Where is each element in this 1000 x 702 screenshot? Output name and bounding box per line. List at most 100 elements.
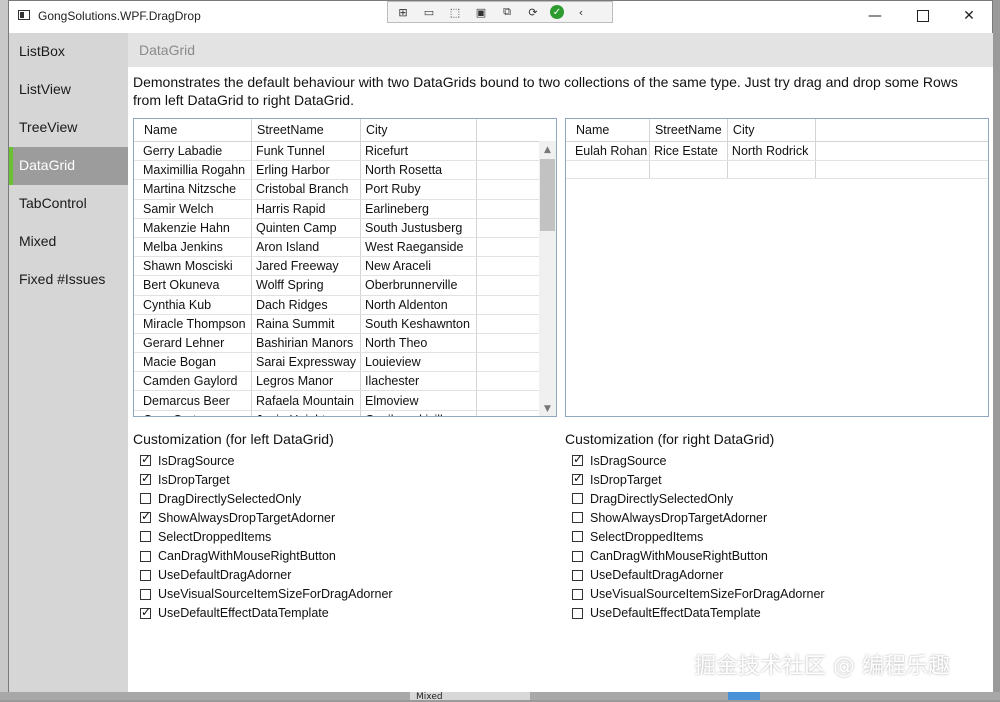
cell-streetname[interactable]: Legros Manor: [251, 371, 361, 392]
minimize-button[interactable]: —: [852, 1, 898, 31]
table-row[interactable]: Melba Jenkins Aron Island West Raeganside: [134, 237, 542, 258]
cell-name[interactable]: Gerry Labadie: [139, 141, 252, 162]
layout-icon[interactable]: ⧉: [498, 4, 516, 20]
option-use-default-drag-adorner[interactable]: UseDefaultDragAdorner: [572, 566, 825, 585]
use-default-drag-adorner-checkbox[interactable]: [140, 569, 151, 581]
scroll-down-icon[interactable]: ▼: [539, 402, 556, 416]
cell-streetname[interactable]: Quinten Camp: [251, 218, 361, 238]
cell-name[interactable]: Cory Carter: [139, 410, 252, 416]
title-bar[interactable]: GongSolutions.WPF.DragDrop ⊞ ▭ ⬚ ▣ ⧉ ⟳ ✓…: [9, 1, 992, 33]
table-row[interactable]: Maximillia Rogahn Erling Harbor North Rose…: [134, 160, 542, 181]
cell-name[interactable]: Gerard Lehner: [139, 333, 252, 354]
sidebar-item-treeview[interactable]: TreeView: [9, 109, 128, 147]
new-item-row[interactable]: [566, 160, 988, 180]
collapse-icon[interactable]: ‹: [572, 4, 590, 20]
cell-name[interactable]: Miracle Thompson: [139, 314, 252, 334]
is-drop-target-checkbox[interactable]: [140, 471, 151, 486]
option-drag-directly-selected-only[interactable]: DragDirectlySelectedOnly: [572, 489, 825, 508]
can-drag-with-mouse-right-button-checkbox[interactable]: [140, 550, 151, 562]
use-visual-source-item-size-for-drag-adorner-checkbox[interactable]: [572, 588, 583, 600]
select-dropped-items-checkbox[interactable]: [572, 531, 583, 543]
empty-cell[interactable]: [570, 160, 650, 180]
cell-name[interactable]: Shawn Mosciski: [139, 256, 252, 277]
is-drag-source-checkbox[interactable]: [140, 452, 151, 467]
sidebar-item-listbox[interactable]: ListBox: [9, 33, 128, 71]
cell-name[interactable]: Macie Bogan: [139, 352, 252, 373]
cell-streetname[interactable]: Funk Tunnel: [251, 141, 361, 162]
use-default-drag-adorner-checkbox[interactable]: [572, 569, 583, 581]
option-is-drop-target[interactable]: IsDropTarget: [572, 470, 825, 489]
column-header-streetname[interactable]: StreetName: [649, 119, 728, 142]
cell-streetname[interactable]: Aron Island: [251, 237, 361, 258]
cell-name[interactable]: Cynthia Kub: [139, 295, 252, 315]
cell-streetname[interactable]: Jared Freeway: [251, 256, 361, 277]
can-drag-with-mouse-right-button-checkbox[interactable]: [572, 550, 583, 562]
option-use-default-effect-data-template[interactable]: UseDefaultEffectDataTemplate: [572, 604, 825, 623]
table-row[interactable]: Miracle Thompson Raina Summit South Keshaw…: [134, 314, 542, 334]
left-grid-scrollbar[interactable]: ▲ ▼: [539, 141, 556, 416]
column-header-city[interactable]: City: [727, 119, 816, 142]
column-header-city[interactable]: City: [360, 119, 477, 142]
cell-name[interactable]: Melba Jenkins: [139, 237, 252, 258]
option-drag-directly-selected-only[interactable]: DragDirectlySelectedOnly: [140, 489, 393, 508]
show-always-drop-target-adorner-checkbox[interactable]: [572, 512, 583, 524]
table-row[interactable]: Cynthia Kub Dach Ridges North Aldenton: [134, 295, 542, 315]
track-focus-icon[interactable]: ▣: [472, 4, 490, 20]
option-select-dropped-items[interactable]: SelectDroppedItems: [572, 527, 825, 546]
option-is-drop-target[interactable]: IsDropTarget: [140, 470, 393, 489]
sidebar-item-datagrid[interactable]: DataGrid: [9, 147, 128, 185]
table-row[interactable]: Martina Nitzsche Cristobal Branch Port Rub…: [134, 179, 542, 200]
cell-city[interactable]: Earlineberg: [360, 199, 477, 219]
table-row[interactable]: Samir Welch Harris Rapid Earlineberg: [134, 199, 542, 219]
scroll-up-icon[interactable]: ▲: [539, 143, 556, 157]
option-use-visual-source-item-size-for-drag-adorner[interactable]: UseVisualSourceItemSizeForDragAdorner: [140, 585, 393, 604]
cell-city[interactable]: Ilachester: [360, 371, 477, 392]
sidebar-item-tabcontrol[interactable]: TabControl: [9, 185, 128, 223]
table-row[interactable]: Gerard Lehner Bashirian Manors North Theo: [134, 333, 542, 354]
scroll-thumb[interactable]: [540, 159, 555, 231]
cell-city[interactable]: South Justusberg: [360, 218, 477, 238]
use-default-effect-data-template-checkbox[interactable]: [140, 605, 151, 619]
use-default-effect-data-template-checkbox[interactable]: [572, 607, 583, 619]
cell-streetname[interactable]: Cristobal Branch: [251, 179, 361, 200]
option-show-always-drop-target-adorner[interactable]: ShowAlwaysDropTargetAdorner: [572, 508, 825, 527]
cell-streetname[interactable]: Wolff Spring: [251, 275, 361, 296]
option-can-drag-with-mouse-right-button[interactable]: CanDragWithMouseRightButton: [572, 546, 825, 565]
cell-city[interactable]: Oberbrunnerville: [360, 275, 477, 296]
refresh-icon[interactable]: ⟳: [524, 4, 542, 20]
table-row[interactable]: Makenzie Hahn Quinten Camp South Justusber…: [134, 218, 542, 238]
right-datagrid[interactable]: Name StreetName City Eulah Rohan Rice Est…: [565, 118, 989, 417]
sidebar-item-fixed-issues[interactable]: Fixed #Issues: [9, 261, 128, 299]
cell-name[interactable]: Eulah Rohan: [570, 141, 650, 162]
sidebar-item-mixed[interactable]: Mixed: [9, 223, 128, 261]
cell-streetname[interactable]: Bashirian Manors: [251, 333, 361, 354]
select-element-icon[interactable]: ⊞: [394, 4, 412, 20]
column-header-streetname[interactable]: StreetName: [251, 119, 361, 142]
cell-city[interactable]: Ricefurt: [360, 141, 477, 162]
cell-city[interactable]: West Raeganside: [360, 237, 477, 258]
cell-city[interactable]: North Theo: [360, 333, 477, 354]
cell-streetname[interactable]: Erling Harbor: [251, 160, 361, 181]
drag-directly-selected-only-checkbox[interactable]: [140, 493, 151, 505]
cell-streetname[interactable]: Janie Heights: [251, 410, 361, 416]
drag-directly-selected-only-checkbox[interactable]: [572, 493, 583, 505]
table-row[interactable]: Gerry Labadie Funk Tunnel Ricefurt: [134, 141, 542, 162]
column-header-name[interactable]: Name: [570, 119, 650, 142]
option-is-drag-source[interactable]: IsDragSource: [140, 451, 393, 470]
cell-city[interactable]: Louieview: [360, 352, 477, 373]
record-icon[interactable]: ▭: [420, 4, 438, 20]
use-visual-source-item-size-for-drag-adorner-checkbox[interactable]: [140, 588, 151, 600]
cell-name[interactable]: Bert Okuneva: [139, 275, 252, 296]
cell-city[interactable]: North Aldenton: [360, 295, 477, 315]
cell-city[interactable]: South Keshawnton: [360, 314, 477, 334]
cell-name[interactable]: Samir Welch: [139, 199, 252, 219]
is-drop-target-checkbox[interactable]: [572, 471, 583, 486]
option-use-visual-source-item-size-for-drag-adorner[interactable]: UseVisualSourceItemSizeForDragAdorner: [572, 585, 825, 604]
cell-streetname[interactable]: Harris Rapid: [251, 199, 361, 219]
pointer-icon[interactable]: ⬚: [446, 4, 464, 20]
cell-city[interactable]: Elmoview: [360, 390, 477, 411]
show-always-drop-target-adorner-checkbox[interactable]: [140, 509, 151, 524]
cell-streetname[interactable]: Rafaela Mountain: [251, 390, 361, 411]
cell-streetname[interactable]: Raina Summit: [251, 314, 361, 334]
table-row[interactable]: Shawn Mosciski Jared Freeway New Araceli: [134, 256, 542, 277]
